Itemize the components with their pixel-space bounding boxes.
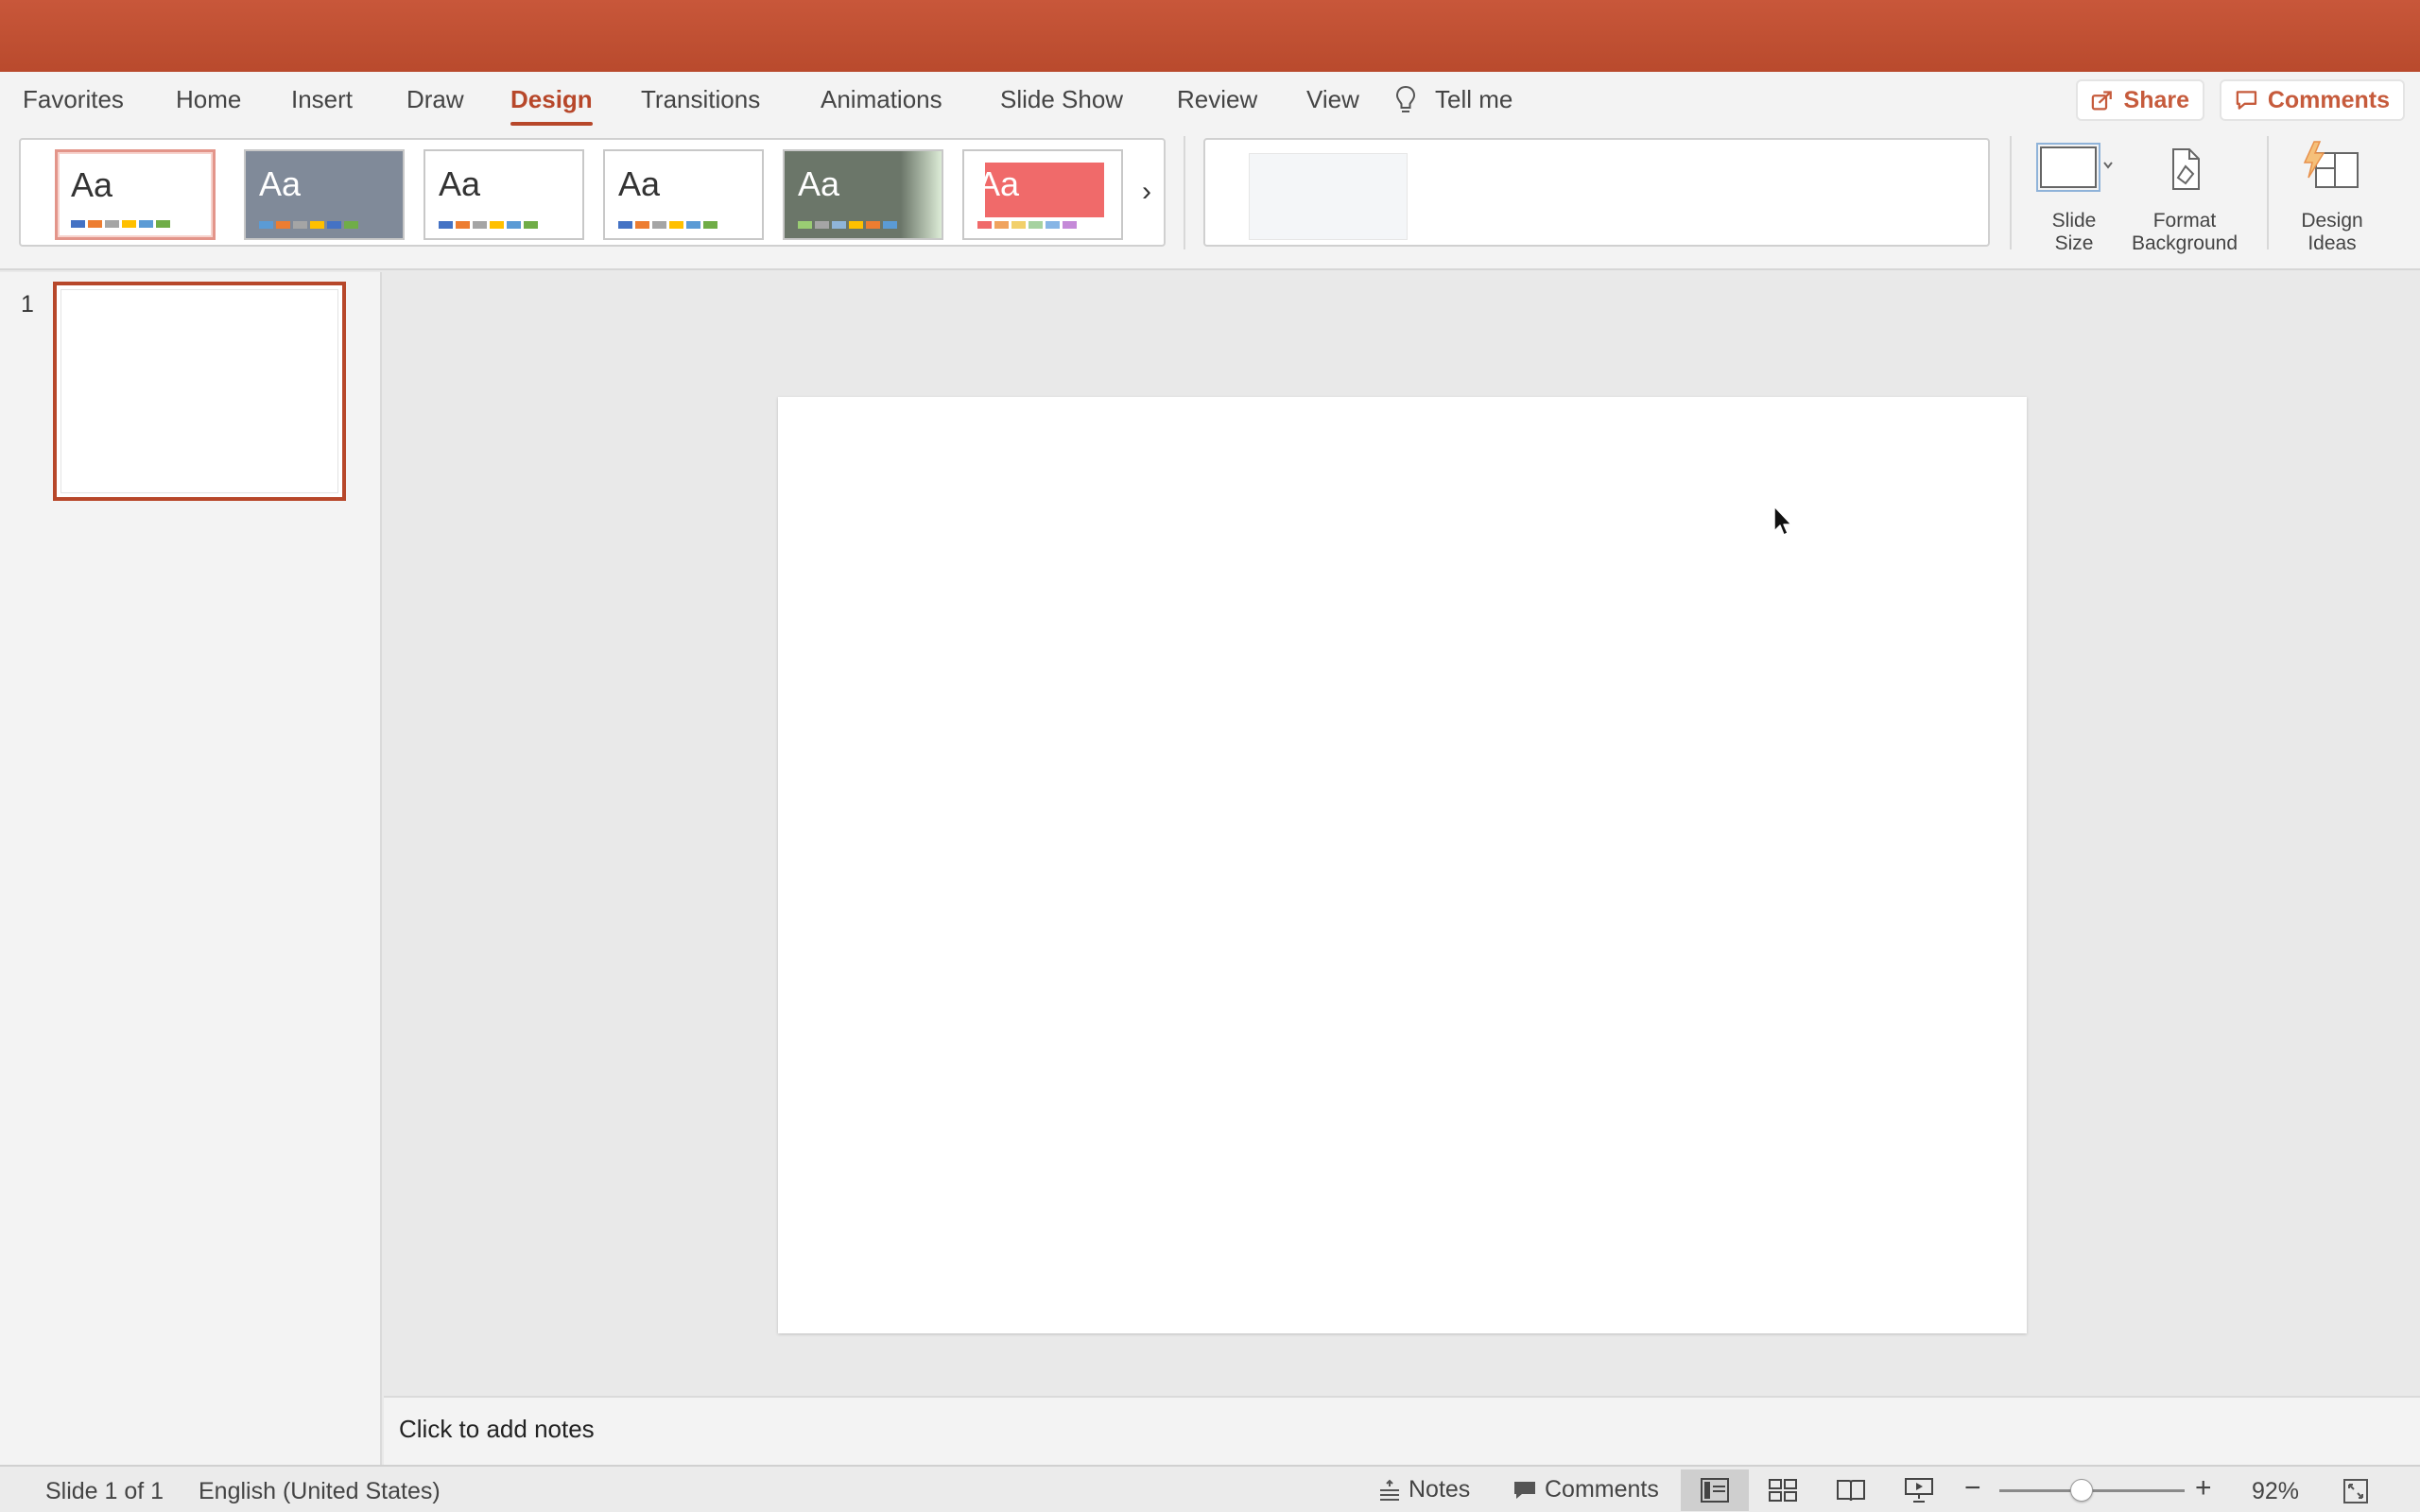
notes-pane[interactable]: Click to add notes [384, 1396, 2420, 1465]
slide-size-label-line1: Slide [2051, 210, 2097, 232]
theme-thumbnail[interactable]: Aa [783, 149, 943, 240]
theme-sample-text: Aa [798, 164, 840, 203]
tab-slide-show[interactable]: Slide Show [1000, 85, 1123, 114]
tab-animations[interactable]: Animations [821, 85, 942, 114]
theme-color-swatches [259, 221, 358, 229]
format-background-label-line2: Background [2131, 232, 2238, 254]
theme-thumbnail[interactable]: Aa [603, 149, 764, 240]
tab-home[interactable]: Home [176, 85, 241, 114]
theme-thumbnail[interactable]: Aa [962, 149, 1123, 240]
theme-thumbnail[interactable]: Aa [55, 149, 216, 240]
reading-view-icon [1837, 1480, 1865, 1502]
zoom-in-icon[interactable]: + [2195, 1472, 2212, 1504]
ribbon-divider [2010, 136, 2012, 249]
design-ideas-icon [2303, 141, 2359, 188]
slide-size-label-line2: Size [2054, 232, 2094, 254]
comments-toggle-label: Comments [1545, 1476, 1659, 1503]
slide-size-icon [2036, 143, 2113, 192]
theme-sample-text: Aa [71, 165, 113, 204]
tab-draw[interactable]: Draw [406, 85, 464, 114]
slide-canvas[interactable] [778, 397, 2027, 1333]
status-bar: Slide 1 of 1 English (United States) Not… [0, 1465, 2420, 1512]
format-background-label-line1: Format [2152, 210, 2217, 232]
mouse-cursor-icon [1773, 506, 1792, 536]
slide-position: Slide 1 of 1 [45, 1478, 164, 1504]
themes-gallery: Aa Aa Aa Aa Aa Aa › [19, 138, 1166, 247]
title-bar [0, 0, 2420, 72]
tab-insert[interactable]: Insert [291, 85, 353, 114]
format-background-button[interactable]: Format Background [2123, 140, 2246, 255]
theme-color-swatches [439, 221, 538, 229]
variant-thumbnail[interactable] [1249, 153, 1408, 240]
ribbon-tab-bar: Favorites Home Insert Draw Design Transi… [0, 72, 2420, 127]
design-ideas-label-line1: Design [2301, 210, 2363, 232]
comments-button[interactable]: Comments [2220, 79, 2405, 121]
tab-design[interactable]: Design [510, 85, 593, 126]
notes-icon [1380, 1479, 1399, 1501]
format-background-icon [2172, 148, 2200, 190]
chevron-right-icon[interactable]: › [1142, 176, 1151, 208]
fit-to-window-icon[interactable] [2342, 1478, 2369, 1504]
tab-view[interactable]: View [1306, 85, 1359, 114]
comment-icon [2236, 91, 2257, 110]
slide-show-button[interactable] [1885, 1469, 1953, 1511]
ribbon-divider [1184, 136, 1185, 249]
zoom-out-icon[interactable]: − [1964, 1472, 1981, 1504]
theme-color-swatches [977, 221, 1077, 229]
slide-size-button[interactable]: Slide Size [2031, 140, 2118, 255]
share-icon [2091, 91, 2112, 111]
variants-gallery [1203, 138, 1990, 247]
design-ribbon: Aa Aa Aa Aa Aa Aa › Slide Size Format Ba… [0, 127, 2420, 270]
theme-thumbnail[interactable]: Aa [424, 149, 584, 240]
slide-sorter-button[interactable] [1749, 1469, 1817, 1511]
tab-transitions[interactable]: Transitions [641, 85, 760, 114]
slide-thumbnail-preview [60, 289, 338, 493]
theme-sample-text: Aa [259, 164, 302, 203]
notes-placeholder: Click to add notes [399, 1415, 595, 1443]
normal-view-button[interactable] [1681, 1469, 1749, 1511]
theme-thumbnail[interactable]: Aa [244, 149, 405, 240]
tell-me-search[interactable]: Tell me [1435, 85, 1512, 114]
ribbon-divider [2267, 136, 2269, 249]
theme-color-swatches [618, 221, 717, 229]
theme-color-swatches [71, 220, 170, 228]
zoom-slider-thumb[interactable] [2070, 1479, 2093, 1502]
zoom-level[interactable]: 92% [2252, 1478, 2299, 1505]
slide-thumbnail[interactable] [53, 282, 346, 501]
share-label: Share [2123, 86, 2189, 113]
tab-review[interactable]: Review [1177, 85, 1257, 114]
comments-label: Comments [2267, 86, 2390, 113]
tab-favorites[interactable]: Favorites [23, 85, 124, 114]
notes-toggle[interactable]: Notes [1378, 1476, 1470, 1503]
comments-toggle[interactable]: Comments [1512, 1476, 1659, 1503]
reading-view-button[interactable] [1817, 1469, 1885, 1511]
slide-show-icon [1905, 1478, 1933, 1503]
slide-number: 1 [21, 291, 34, 318]
normal-view-icon [1701, 1478, 1729, 1503]
theme-sample-text: Aa [977, 164, 1020, 203]
theme-sample-text: Aa [439, 164, 481, 203]
theme-color-swatches [798, 221, 897, 229]
design-ideas-button[interactable]: Design Ideas [2280, 140, 2384, 255]
share-button[interactable]: Share [2076, 79, 2204, 121]
slide-sorter-icon [1769, 1479, 1797, 1502]
comment-icon [1514, 1481, 1535, 1499]
slide-thumbnails-pane: 1 [0, 272, 382, 1465]
theme-sample-text: Aa [618, 164, 661, 203]
language-indicator[interactable]: English (United States) [199, 1478, 441, 1505]
design-ideas-label-line2: Ideas [2308, 232, 2357, 254]
lightbulb-icon[interactable] [1393, 84, 1418, 116]
notes-toggle-label: Notes [1409, 1476, 1471, 1503]
